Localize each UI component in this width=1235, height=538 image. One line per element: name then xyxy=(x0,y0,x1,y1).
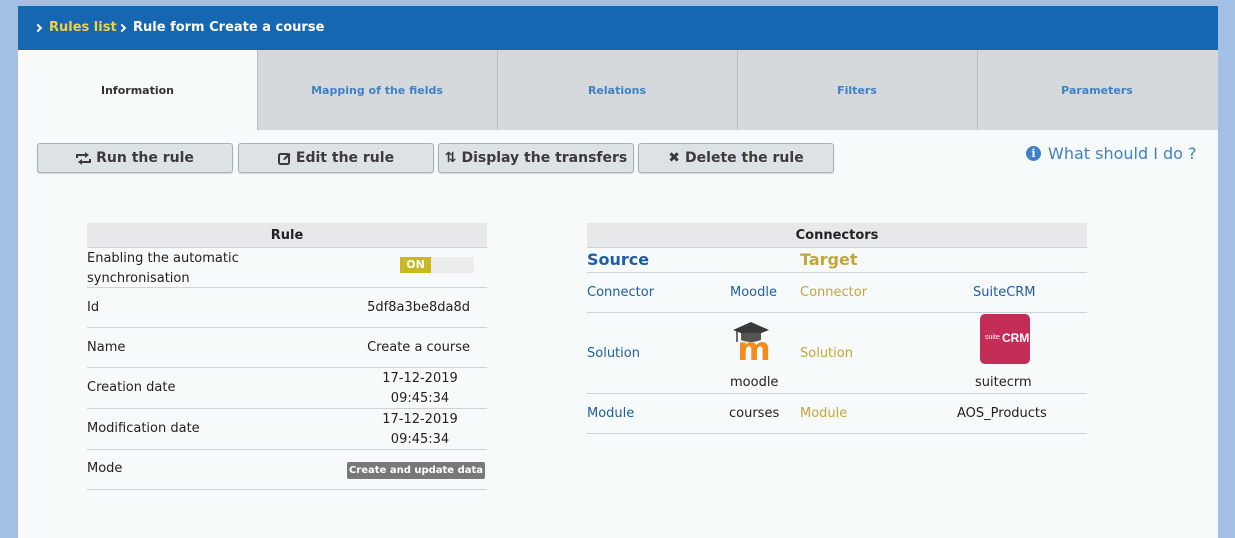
rule-row-created: Creation date 17-12-2019 09:45:34 xyxy=(87,368,487,409)
tab-mapping-fields[interactable]: Mapping of the fields xyxy=(257,50,496,130)
refresh-icon xyxy=(76,151,92,165)
connectors-table: Connectors Source Target Connector Moodl… xyxy=(587,223,1087,434)
name-value: Create a course xyxy=(367,340,470,355)
run-rule-button[interactable]: Run the rule xyxy=(37,143,233,173)
suitecrm-logo-prefix: suite xyxy=(985,334,1000,341)
close-icon: ✖ xyxy=(668,150,681,166)
source-module-value: courses xyxy=(729,406,780,421)
source-module-label: Module xyxy=(587,406,635,421)
target-connector-label: Connector xyxy=(800,285,868,300)
rule-table: Rule Enabling the automatic synchronisat… xyxy=(87,223,487,490)
connectors-headings: Source Target xyxy=(587,248,1087,273)
connectors-table-title: Connectors xyxy=(587,223,1087,248)
display-transfers-button[interactable]: ⇅ Display the transfers xyxy=(438,143,634,173)
sync-label: Enabling the automatic synchronisation xyxy=(87,251,239,286)
created-label: Creation date xyxy=(87,380,176,395)
connector-row: Connector Moodle Connector SuiteCRM xyxy=(587,273,1087,313)
rule-row-sync: Enabling the automatic synchronisation O… xyxy=(87,248,487,288)
target-connector-value: SuiteCRM xyxy=(973,285,1036,300)
breadcrumb: Rules list Rule form Create a course xyxy=(18,6,1218,50)
id-label: Id xyxy=(87,300,100,315)
suitecrm-logo-mark: CRM xyxy=(1002,331,1030,345)
created-value: 17-12-2019 09:45:34 xyxy=(382,371,458,406)
sync-toggle-on: ON xyxy=(400,257,431,273)
delete-rule-label: Delete the rule xyxy=(685,150,804,166)
tab-relations[interactable]: Relations xyxy=(497,50,736,130)
target-module-value: AOS_Products xyxy=(957,406,1047,421)
source-solution-value: moodle xyxy=(730,375,779,390)
moodle-logo-letter: m xyxy=(737,330,770,366)
name-label: Name xyxy=(87,340,126,355)
modified-value: 17-12-2019 09:45:34 xyxy=(382,412,458,447)
chevron-right-icon xyxy=(117,23,127,32)
module-row: Module courses Module AOS_Products xyxy=(587,394,1087,434)
sync-toggle[interactable]: ON xyxy=(400,257,474,273)
source-heading: Source xyxy=(587,250,650,269)
target-module-label: Module xyxy=(800,406,848,421)
rule-table-title: Rule xyxy=(87,223,487,248)
edit-icon xyxy=(277,152,291,165)
tab-parameters[interactable]: Parameters xyxy=(977,50,1216,130)
display-transfers-label: Display the transfers xyxy=(461,150,628,166)
source-solution-label: Solution xyxy=(587,346,640,361)
rule-row-name: Name Create a course xyxy=(87,328,487,368)
target-heading: Target xyxy=(800,250,858,269)
breadcrumb-current-label: Rule form Create a course xyxy=(133,20,325,35)
target-solution-value: suitecrm xyxy=(975,375,1032,390)
moodle-logo-graphic: m xyxy=(733,322,771,368)
target-solution-label: Solution xyxy=(800,346,853,361)
source-connector-label: Connector xyxy=(587,285,655,300)
solution-row: Solution m moodle Solution suite CRM sui… xyxy=(587,313,1087,394)
edit-rule-label: Edit the rule xyxy=(295,150,395,166)
breadcrumb-rules-list[interactable]: Rules list xyxy=(33,20,117,35)
sort-arrows-icon: ⇅ xyxy=(444,150,457,166)
help-label[interactable]: What should I do ? xyxy=(1048,144,1197,163)
breadcrumb-current: Rule form Create a course xyxy=(117,20,325,35)
suitecrm-logo: suite CRM xyxy=(980,314,1030,364)
delete-rule-button[interactable]: ✖ Delete the rule xyxy=(638,143,834,173)
info-icon: i xyxy=(1026,146,1041,161)
rule-row-id: Id 5df8a3be8da8d xyxy=(87,288,487,328)
run-rule-label: Run the rule xyxy=(96,150,194,166)
tab-filters[interactable]: Filters xyxy=(737,50,976,130)
mode-badge: Create and update data xyxy=(347,462,485,479)
edit-rule-button[interactable]: Edit the rule xyxy=(238,143,434,173)
tab-information[interactable]: Information xyxy=(18,50,257,130)
main-panel: Rules list Rule form Create a course Inf… xyxy=(18,6,1218,538)
help-link[interactable]: i What should I do ? xyxy=(1026,144,1197,163)
id-value: 5df8a3be8da8d xyxy=(367,300,470,315)
rule-row-mode: Mode Create and update data xyxy=(87,450,487,490)
moodle-logo: m xyxy=(729,316,779,368)
tab-bar: Information Mapping of the fields Relati… xyxy=(18,50,1218,130)
source-connector-value: Moodle xyxy=(730,285,777,300)
breadcrumb-root-label[interactable]: Rules list xyxy=(49,20,117,35)
modified-label: Modification date xyxy=(87,421,200,436)
rule-row-modified: Modification date 17-12-2019 09:45:34 xyxy=(87,409,487,450)
chevron-right-icon xyxy=(33,23,43,32)
mode-label: Mode xyxy=(87,461,123,476)
